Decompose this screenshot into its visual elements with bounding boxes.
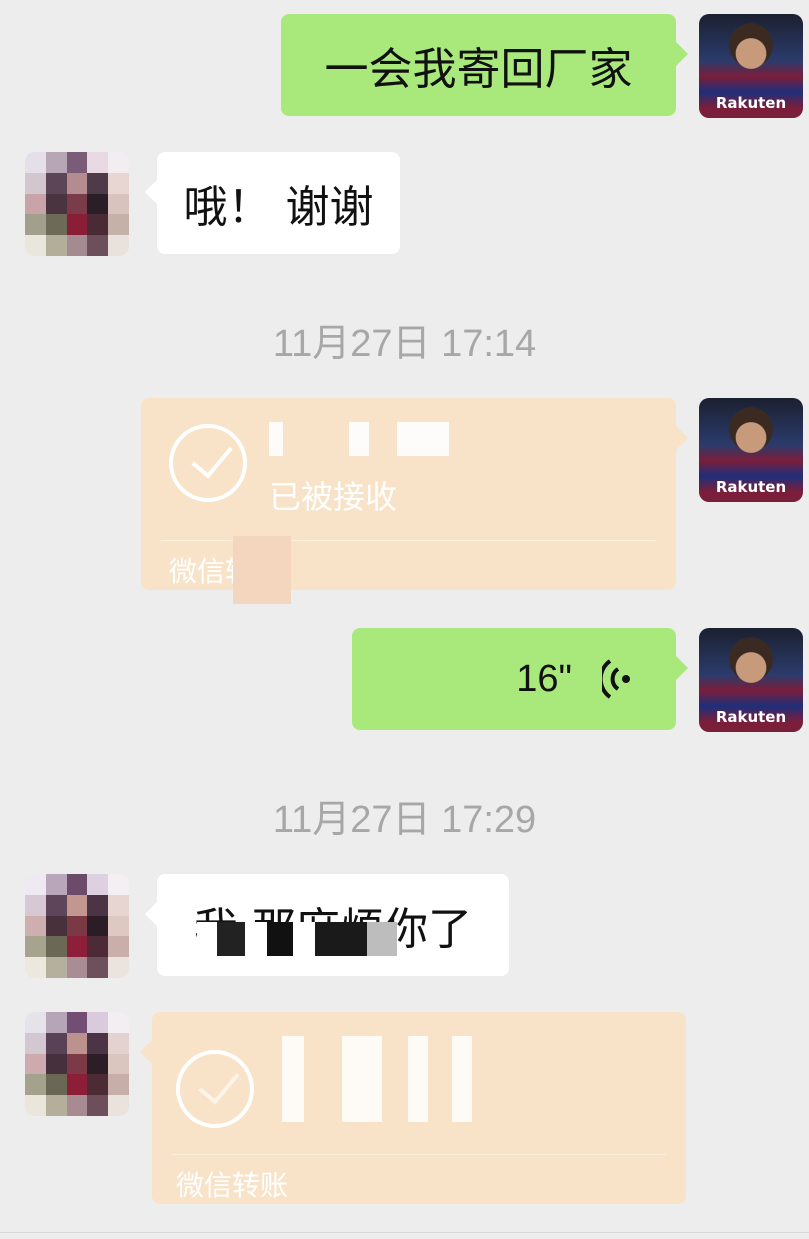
avatar-contact[interactable] [25,874,129,978]
avatar-contact[interactable] [25,1012,129,1116]
bottom-divider [0,1232,809,1233]
check-circle-icon [176,1050,254,1128]
bubble-tail [145,902,157,926]
avatar-me[interactable]: Rakuten [699,628,803,732]
chat-timestamp: 11月27日 17:14 [272,323,537,365]
bubble-tail [676,42,688,66]
redacted-amount [269,422,449,456]
message-text: 一会我寄回厂家 [324,44,633,95]
transfer-bubble-incoming[interactable]: 微信转账 [140,1012,686,1204]
message-bubble-incoming[interactable]: 我 那麻烦你了 [145,874,509,976]
voice-message-bubble[interactable]: 16" [352,628,688,730]
message-bubble-outgoing[interactable]: 一会我寄回厂家 [281,14,688,116]
redaction-block [233,536,291,604]
avatar-me[interactable]: Rakuten [699,14,803,118]
redacted-amount [282,1036,472,1122]
transfer-status: 已被接收 [269,478,398,516]
check-circle-icon [169,424,247,502]
voice-duration: 16" [516,657,572,700]
avatar-me[interactable]: Rakuten [699,398,803,502]
bubble-tail [145,180,157,204]
bubble-tail [676,656,688,680]
redaction-block [197,922,397,956]
bubble-tail [140,1040,152,1064]
chat-timestamp: 11月27日 17:29 [272,799,537,841]
transfer-divider [172,1154,666,1155]
transfer-bubble-outgoing[interactable]: 已被接收 微信转账 [141,398,688,604]
avatar-brand-text: Rakuten [715,94,787,112]
message-bubble-incoming[interactable]: 哦！ 谢谢 [145,152,400,254]
avatar-brand-text: Rakuten [715,478,787,496]
avatar-brand-text: Rakuten [715,708,787,726]
transfer-footer: 微信转账 [176,1169,289,1202]
bubble-tail [676,426,688,450]
voice-wave-icon [598,657,632,701]
message-text: 哦！ 谢谢 [183,182,374,233]
avatar-contact[interactable] [25,152,129,256]
